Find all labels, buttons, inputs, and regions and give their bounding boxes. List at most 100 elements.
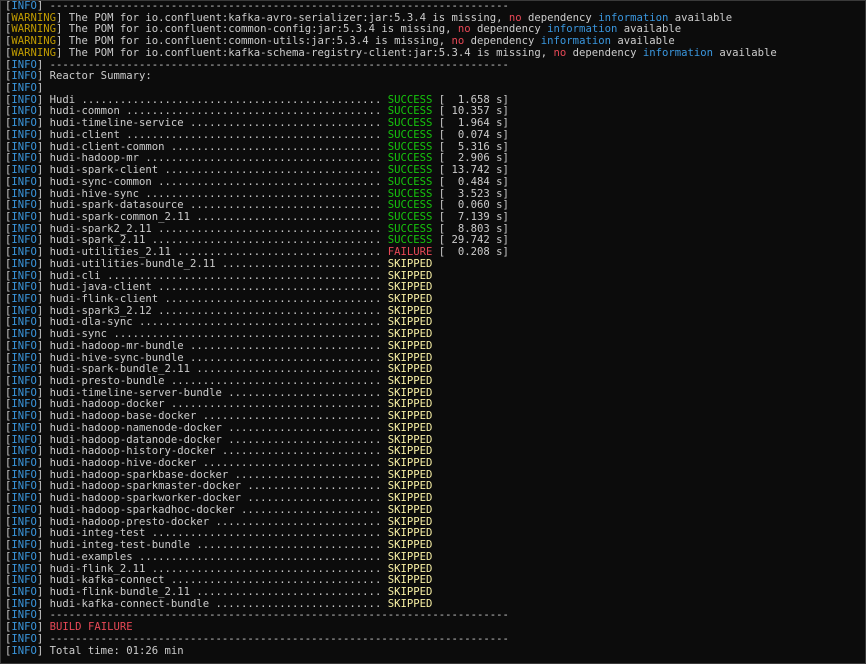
terminal-text-segment: ] --------------------------------------…: [36, 609, 509, 622]
terminal-text-segment: SUCCESS: [387, 234, 433, 247]
terminal-text-segment: ] hudi-hadoop-mr-bundle ................…: [36, 339, 388, 352]
terminal-text-segment: INFO: [11, 363, 37, 376]
terminal-text-segment: ] --------------------------------------…: [36, 632, 509, 645]
terminal-text-segment: SKIPPED: [387, 351, 433, 364]
terminal-text-segment: INFO: [11, 70, 37, 83]
terminal-text-segment: SKIPPED: [387, 585, 433, 598]
terminal-text-segment: SKIPPED: [387, 597, 433, 610]
terminal-text-segment: INFO: [11, 644, 37, 657]
terminal-text-segment: dependency: [566, 46, 643, 59]
terminal-text-segment: INFO: [11, 328, 37, 341]
terminal-text-segment: SKIPPED: [387, 492, 433, 505]
terminal-text-segment: [ 8.803 s]: [432, 222, 509, 235]
terminal-text-segment: ] hudi-timeline-service ................…: [36, 117, 388, 130]
terminal-text-segment: ] hudi-hadoop-hive-docker ..............…: [36, 457, 388, 470]
terminal-text-segment: available: [617, 23, 682, 36]
terminal-text-segment: ] hudi-sync ............................…: [36, 328, 388, 341]
terminal-text-segment: dependency: [464, 35, 541, 48]
terminal-window[interactable]: [INFO] ---------------------------------…: [0, 0, 866, 664]
terminal-text-segment: ] hudi-dla-sync ........................…: [36, 316, 388, 329]
terminal-text-segment: SKIPPED: [387, 503, 433, 516]
terminal-text-segment: ] hudi-spark-common_2.11 ...............…: [36, 210, 388, 223]
terminal-text-segment: ]: [36, 621, 50, 634]
terminal-line: [INFO] ---------------------------------…: [5, 610, 865, 622]
terminal-text-segment: ] hudi-integ-test ......................…: [36, 527, 388, 540]
terminal-text-segment: [ 0.484 s]: [432, 175, 509, 188]
terminal-text-segment: ] hudi-hadoop-presto-docker ............…: [36, 515, 388, 528]
terminal-text-segment: ]: [36, 82, 44, 95]
terminal-text-segment: INFO: [11, 515, 37, 528]
terminal-text-segment: SKIPPED: [387, 457, 433, 470]
terminal-text-segment: INFO: [11, 117, 37, 130]
terminal-text-segment: [ 1.964 s]: [432, 117, 509, 130]
terminal-text-segment: SKIPPED: [387, 292, 433, 305]
terminal-text-segment: SUCCESS: [387, 164, 433, 177]
terminal-text-segment: ] The POM for io.confluent:kafka-schema-…: [56, 46, 554, 59]
terminal-text-segment: SKIPPED: [387, 375, 433, 387]
terminal-text-segment: ] hudi-spark2_2.11 .....................…: [36, 222, 388, 235]
terminal-text-segment: SUCCESS: [387, 210, 433, 223]
terminal-text-segment: SKIPPED: [387, 445, 433, 458]
terminal-text-segment: dependency: [470, 23, 548, 36]
terminal-text-segment: ] hudi-java-client .....................…: [36, 281, 388, 294]
terminal-text-segment: ] hudi-timeline-server-bundle ..........…: [36, 386, 388, 399]
terminal-text-segment: [ 3.523 s]: [432, 187, 509, 200]
terminal-text-segment: [ 0.074 s]: [432, 128, 509, 141]
terminal-text-segment: ] Total time: 01:26 min: [36, 644, 184, 657]
terminal-text-segment: FAILURE: [387, 246, 433, 259]
terminal-text-segment: no: [553, 46, 567, 59]
terminal-text-segment: INFO: [11, 269, 37, 282]
terminal-text-segment: no: [451, 35, 465, 48]
terminal-text-segment: [ 0.060 s]: [432, 199, 509, 212]
terminal-text-segment: WARNING: [11, 11, 57, 24]
terminal-text-segment: INFO: [11, 93, 37, 106]
terminal-text-segment: INFO: [11, 246, 37, 259]
terminal-text-segment: INFO: [11, 410, 37, 423]
terminal-text-segment: INFO: [11, 234, 37, 247]
terminal-text-segment: ] hudi-sync-common .....................…: [36, 175, 388, 188]
terminal-text-segment: no: [457, 23, 471, 36]
terminal-text-segment: SUCCESS: [387, 140, 433, 153]
terminal-text-segment: ] hudi-flink-bundle_2.11 ...............…: [36, 585, 388, 598]
terminal-text-segment: INFO: [11, 585, 37, 598]
terminal-text-segment: WARNING: [11, 46, 57, 59]
terminal-text-segment: INFO: [11, 82, 37, 95]
terminal-text-segment: INFO: [11, 140, 37, 153]
terminal-text-segment: INFO: [11, 562, 37, 575]
terminal-text-segment: SUCCESS: [387, 175, 433, 188]
terminal-text-segment: SKIPPED: [387, 574, 433, 587]
terminal-text-segment: INFO: [11, 539, 37, 552]
terminal-text-segment: INFO: [11, 421, 37, 434]
terminal-text-segment: ] hudi-kafka-connect ...................…: [36, 574, 388, 587]
terminal-text-segment: ] --------------------------------------…: [36, 58, 509, 71]
terminal-text-segment: ] Reactor Summary:: [36, 70, 152, 83]
terminal-text-segment: SUCCESS: [387, 93, 433, 106]
terminal-text-segment: ] hudi-hive-sync-bundle ................…: [36, 351, 388, 364]
terminal-text-segment: SUCCESS: [387, 187, 433, 200]
terminal-text-segment: available: [713, 46, 777, 59]
terminal-text-segment: INFO: [11, 281, 37, 294]
terminal-text-segment: ] hudi-spark_2.11 ......................…: [36, 234, 388, 247]
terminal-text-segment: INFO: [11, 292, 37, 305]
terminal-text-segment: ] hudi-hive-sync .......................…: [36, 187, 388, 200]
terminal-text-segment: INFO: [11, 339, 37, 352]
terminal-text-segment: INFO: [11, 375, 37, 387]
terminal-text-segment: SKIPPED: [387, 339, 433, 352]
terminal-text-segment: ] hudi-flink-client ....................…: [36, 292, 388, 305]
terminal-text-segment: INFO: [11, 199, 37, 212]
terminal-text-segment: INFO: [11, 468, 37, 481]
terminal-text-segment: INFO: [11, 175, 37, 188]
terminal-text-segment: ] hudi-client-common ...................…: [36, 140, 388, 153]
terminal-text-segment: ] The POM for io.confluent:common-config…: [56, 23, 458, 36]
terminal-text-segment: SKIPPED: [387, 433, 433, 446]
terminal-text-segment: ] hudi-utilities_2.11 ..................…: [36, 246, 388, 259]
terminal-text-segment: SKIPPED: [387, 410, 433, 423]
terminal-text-segment: ] Hudi .................................…: [36, 93, 388, 106]
terminal-text-segment: INFO: [11, 574, 37, 587]
terminal-text-segment: INFO: [11, 105, 37, 118]
terminal-text-segment: INFO: [11, 222, 37, 235]
terminal-text-segment: [ 10.357 s]: [432, 105, 509, 118]
terminal-text-segment: INFO: [11, 210, 37, 223]
terminal-text-segment: no: [508, 11, 522, 24]
terminal-text-segment: ] hudi-integ-test-bundle ...............…: [36, 539, 388, 552]
